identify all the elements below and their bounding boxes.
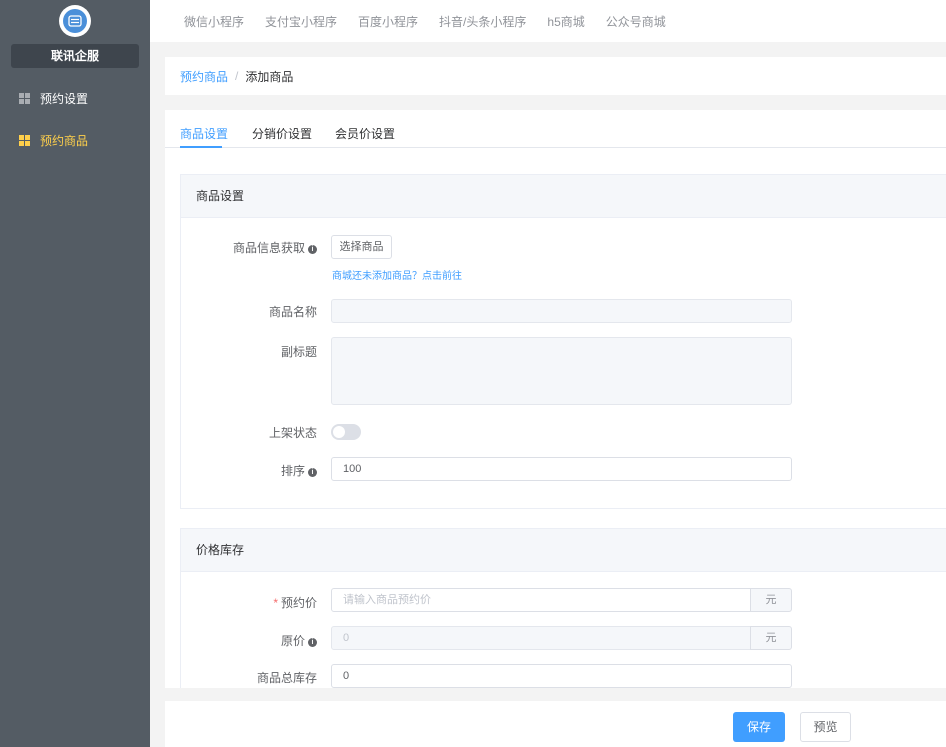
select-product-button[interactable]: 选择商品	[331, 235, 392, 259]
add-product-link[interactable]: 商城还未添加商品？点击前往	[332, 267, 462, 282]
toggle-knob	[333, 426, 345, 438]
price-placeholder: 请输入商品预约价	[343, 594, 431, 606]
original-price-unit: 元	[750, 626, 792, 650]
nav-alipay-miniprogram[interactable]: 支付宝小程序	[265, 13, 337, 30]
breadcrumb-current: 添加商品	[245, 69, 294, 84]
required-mark: *	[273, 596, 278, 610]
tab-bar: 商品设置 分销价设置 会员价设置	[165, 110, 946, 148]
tab-distribution-price[interactable]: 分销价设置	[252, 125, 312, 142]
booking-price-input[interactable]: 请输入商品预约价	[331, 588, 751, 612]
subtitle-textarea[interactable]	[331, 337, 792, 405]
info-icon: i	[308, 638, 317, 647]
sidebar: 联讯企服 预约设置 预约商品	[0, 0, 150, 747]
sort-input[interactable]: 100	[331, 457, 792, 481]
preview-button[interactable]: 预览	[800, 712, 851, 742]
top-nav: 微信小程序 支付宝小程序 百度小程序 抖音/头条小程序 h5商城 公众号商城	[150, 0, 946, 42]
info-icon: i	[308, 245, 317, 254]
nav-h5-mall[interactable]: h5商城	[547, 13, 584, 30]
nav-baidu-miniprogram[interactable]: 百度小程序	[358, 13, 418, 30]
breadcrumb-parent[interactable]: 预约商品	[180, 68, 228, 85]
grid-icon	[19, 134, 30, 146]
save-button[interactable]: 保存	[733, 712, 785, 742]
brand-name: 联讯企服	[11, 44, 139, 68]
tab-member-price[interactable]: 会员价设置	[335, 125, 395, 142]
price-unit: 元	[750, 588, 792, 612]
nav-official-account-mall[interactable]: 公众号商城	[606, 13, 666, 30]
footer-bar: 保存 预览	[165, 701, 946, 747]
main-card: 商品设置 分销价设置 会员价设置 商品设置 商品信息获取 i 选择商品 商城还未添…	[165, 110, 946, 688]
fetch-label-text: 商品信息获取	[232, 241, 305, 255]
tab-product-settings[interactable]: 商品设置	[180, 125, 228, 142]
logo-icon	[63, 9, 87, 33]
sidebar-item-booking-products[interactable]: 预约商品	[0, 120, 150, 160]
sidebar-item-label: 预约商品	[40, 133, 89, 148]
price-label: * 预约价	[181, 594, 317, 611]
nav-douyin-miniprogram[interactable]: 抖音/头条小程序	[439, 13, 526, 30]
product-settings-section: 商品设置 商品信息获取 i 选择商品 商城还未添加商品？点击前往 商品名称 副标题…	[180, 174, 946, 509]
original-label-text: 原价	[280, 634, 305, 648]
nav-wechat-miniprogram[interactable]: 微信小程序	[184, 13, 244, 30]
price-stock-section: 价格库存 * 预约价 请输入商品预约价 元 原价 i 0 元 商品总库存 0	[180, 528, 946, 688]
section-title: 价格库存	[181, 529, 946, 572]
fetch-label: 商品信息获取 i	[181, 239, 317, 256]
original-price-label: 原价 i	[181, 632, 317, 649]
subtitle-label: 副标题	[280, 345, 317, 359]
name-label: 商品名称	[268, 305, 317, 319]
breadcrumb-separator: /	[235, 69, 239, 83]
original-price-input[interactable]: 0	[331, 626, 751, 650]
stock-input[interactable]: 0	[331, 664, 792, 688]
stock-label: 商品总库存	[256, 671, 317, 685]
tab-active-indicator	[180, 146, 222, 148]
status-label: 上架状态	[268, 426, 317, 440]
sort-label-text: 排序	[280, 464, 305, 478]
section-title: 商品设置	[181, 175, 946, 218]
price-label-text: 预约价	[280, 596, 317, 610]
info-icon: i	[308, 468, 317, 477]
product-name-field[interactable]	[331, 299, 792, 323]
sort-label: 排序 i	[181, 462, 317, 479]
sidebar-item-booking-settings[interactable]: 预约设置	[0, 78, 150, 118]
breadcrumb: 预约商品 / 添加商品	[165, 57, 946, 95]
logo	[59, 5, 91, 37]
sidebar-item-label: 预约设置	[40, 91, 89, 106]
grid-icon	[19, 92, 30, 104]
status-toggle[interactable]	[331, 424, 361, 440]
